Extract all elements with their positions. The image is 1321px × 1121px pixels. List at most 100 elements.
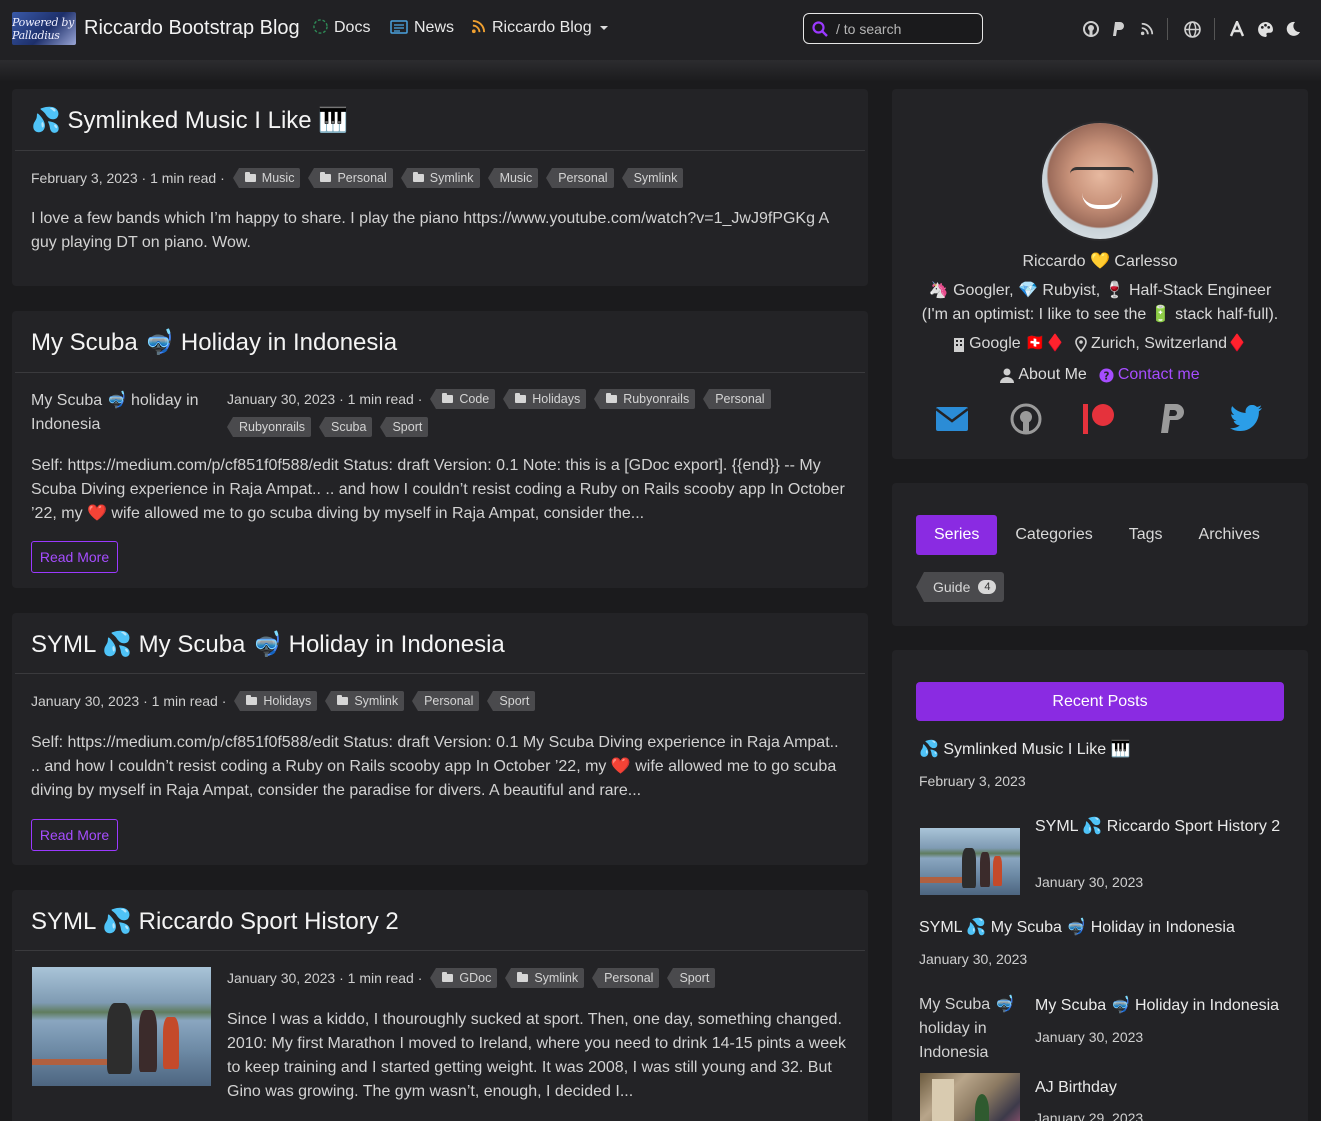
tag-label[interactable]: Sport	[667, 968, 716, 988]
folder-icon	[606, 393, 618, 403]
post-date: February 3, 2023 · 1 min read ·	[31, 170, 225, 186]
category-tag[interactable]: Holidays	[234, 691, 318, 711]
user-icon	[1000, 368, 1015, 383]
nav-divider	[1167, 18, 1168, 40]
profile-location-row: Google 🇨🇭♦️ Zurich, Switzerland♦️	[892, 332, 1308, 356]
post-meta: January 30, 2023 · 1 min read · Holidays…	[31, 691, 851, 711]
tab-tags[interactable]: Tags	[1111, 515, 1181, 555]
recent-post-thumbnail[interactable]: My Scuba 🤿 holiday in Indonesia	[919, 993, 1024, 1065]
tag-label[interactable]: Personal	[546, 168, 614, 188]
palette-icon[interactable]	[1255, 19, 1275, 39]
post-date: January 30, 2023 · 1 min read ·	[227, 391, 423, 407]
contact-me-link[interactable]: ? Contact me	[1099, 366, 1200, 384]
category-tag[interactable]: Code	[430, 389, 496, 409]
profile-bio: 🦄 Googler, 💎 Rubyist, 🍷 Half-Stack Engin…	[928, 282, 1272, 299]
read-more-button[interactable]: Read More	[31, 819, 118, 851]
recent-post-date: January 30, 2023	[1035, 874, 1144, 890]
navbar: Powered by Palladius Riccardo Bootstrap …	[0, 0, 1321, 60]
tag-label[interactable]: Music	[487, 168, 539, 188]
folder-icon	[517, 972, 529, 982]
category-tag[interactable]: Symlink	[505, 968, 585, 988]
post-title[interactable]: SYML 💦 Riccardo Sport History 2	[31, 907, 399, 936]
brand-logo[interactable]: Powered by Palladius	[12, 12, 76, 45]
divider	[15, 372, 865, 373]
about-me-link[interactable]: About Me	[1000, 366, 1087, 384]
newspaper-icon	[390, 19, 408, 37]
recent-post-title[interactable]: AJ Birthday	[1035, 1076, 1285, 1100]
svg-text:?: ?	[1103, 370, 1109, 382]
post-title[interactable]: 💦 Symlinked Music I Like 🎹	[31, 106, 348, 135]
recent-post-date: January 29, 2023	[1035, 1110, 1144, 1121]
category-tag[interactable]: Holidays	[503, 389, 587, 409]
post-image[interactable]	[32, 967, 211, 1086]
recent-post-thumbnail[interactable]	[920, 1073, 1020, 1121]
github-icon[interactable]	[1009, 402, 1043, 436]
post-meta: February 3, 2023 · 1 min read · Music Pe…	[31, 168, 851, 188]
post-excerpt: Since I was a kiddo, I thouroughly sucke…	[227, 1011, 846, 1100]
search-box[interactable]	[803, 13, 983, 44]
tag-label[interactable]: Scuba	[318, 417, 373, 437]
nav-link-riccardo-blog[interactable]: Riccardo Blog	[471, 19, 608, 37]
rss-icon[interactable]	[1137, 19, 1157, 39]
nav-link-news[interactable]: News	[390, 19, 454, 37]
tab-categories[interactable]: Categories	[997, 515, 1110, 555]
rss-icon	[471, 19, 486, 37]
font-size-icon[interactable]	[1227, 19, 1247, 39]
nav-link-docs[interactable]: Docs	[313, 19, 370, 37]
post-excerpt: Self: https://medium.com/p/cf851f0f588/e…	[31, 734, 839, 799]
question-circle-icon	[313, 19, 328, 37]
tab-series[interactable]: Series	[916, 515, 998, 555]
tag-label[interactable]: Sport	[487, 691, 536, 711]
profile-links: About Me ? Contact me	[892, 366, 1308, 384]
divider	[15, 150, 865, 151]
search-icon	[812, 20, 828, 37]
map-pin-icon	[1075, 336, 1087, 352]
recent-post-title[interactable]: My Scuba 🤿 Holiday in Indonesia	[1035, 994, 1295, 1018]
category-tag[interactable]: Music	[232, 168, 301, 188]
recent-post-title[interactable]: SYML 💦 My Scuba 🤿 Holiday in Indonesia	[919, 916, 1289, 940]
tag-label[interactable]: Personal	[412, 691, 480, 711]
post-title[interactable]: SYML 💦 My Scuba 🤿 Holiday in Indonesia	[31, 630, 505, 659]
email-icon[interactable]	[935, 402, 969, 436]
search-input[interactable]	[836, 20, 976, 37]
tag-label[interactable]: Personal	[703, 389, 771, 409]
patreon-icon[interactable]	[1082, 402, 1116, 436]
tab-archives[interactable]: Archives	[1181, 515, 1278, 555]
tag-label[interactable]: Personal	[592, 968, 660, 988]
recent-post-title[interactable]: 💦 Symlinked Music I Like 🎹	[919, 738, 1289, 762]
twitter-icon[interactable]	[1229, 402, 1263, 436]
globe-icon[interactable]	[1182, 19, 1202, 39]
tag-label[interactable]: Rubyonrails	[226, 417, 312, 437]
category-tag[interactable]: Symlink	[325, 691, 405, 711]
avatar	[1040, 121, 1160, 241]
post-image[interactable]: My Scuba 🤿 holiday in Indonesia	[31, 389, 211, 437]
category-tag[interactable]: Symlink	[400, 168, 480, 188]
recent-post-title[interactable]: SYML 💦 Riccardo Sport History 2	[1035, 815, 1285, 839]
post-card: SYML 💦 My Scuba 🤿 Holiday in Indonesia J…	[12, 613, 868, 865]
profile-bio-note: (I'm an optimist: I like to see the 🔋 st…	[921, 306, 1279, 323]
category-tag[interactable]: Rubyonrails	[594, 389, 696, 409]
paypal-icon[interactable]	[1156, 402, 1190, 436]
category-tag[interactable]: GDoc	[430, 968, 498, 988]
building-icon	[954, 337, 965, 352]
nav-link-label: Docs	[334, 19, 371, 36]
read-more-button[interactable]: Read More	[31, 541, 118, 573]
github-icon[interactable]	[1081, 19, 1101, 39]
moon-icon[interactable]	[1283, 19, 1303, 39]
recent-post-thumbnail[interactable]	[920, 828, 1020, 895]
taxonomy-tabs: Series Categories Tags Archives	[916, 515, 1278, 555]
navbar-shadow	[0, 60, 1321, 82]
paypal-icon[interactable]	[1109, 19, 1129, 39]
category-tag[interactable]: Personal	[308, 168, 393, 188]
brand-title[interactable]: Riccardo Bootstrap Blog	[84, 17, 300, 40]
profile-company: Google 🇨🇭♦️	[953, 332, 1065, 356]
post-card: My Scuba 🤿 Holiday in Indonesia My Scuba…	[12, 311, 868, 588]
divider	[15, 673, 865, 674]
series-tag-guide[interactable]: Guide 4	[915, 572, 1005, 602]
post-meta: January 30, 2023 · 1 min read · Code Hol…	[226, 389, 847, 437]
tag-label[interactable]: Symlink	[621, 168, 684, 188]
post-meta: January 30, 2023 · 1 min read · GDoc Sym…	[227, 968, 847, 988]
post-title[interactable]: My Scuba 🤿 Holiday in Indonesia	[31, 328, 397, 357]
nav-link-label: Riccardo Blog	[492, 19, 592, 36]
tag-label[interactable]: Sport	[380, 417, 429, 437]
